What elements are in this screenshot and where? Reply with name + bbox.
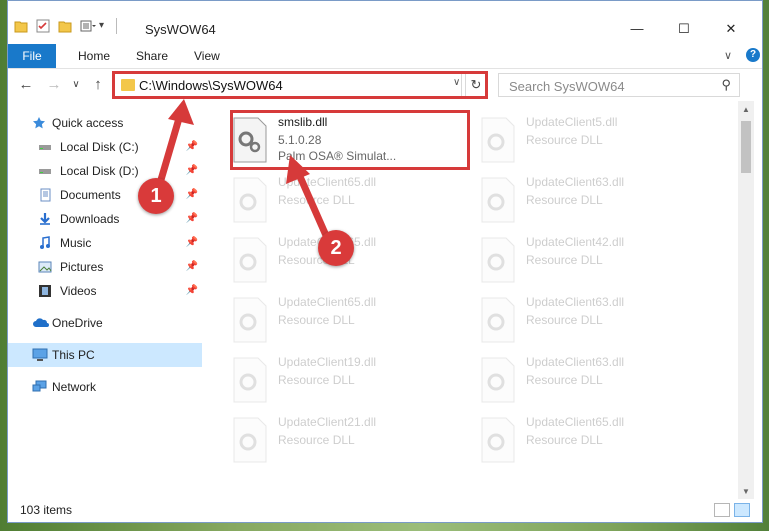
callout-2: 2 bbox=[318, 230, 354, 266]
arrow-2-shaft bbox=[294, 170, 332, 242]
callout-1: 1 bbox=[138, 178, 174, 214]
arrow-1-head bbox=[168, 99, 194, 125]
annotation-arrows bbox=[154, 99, 332, 242]
